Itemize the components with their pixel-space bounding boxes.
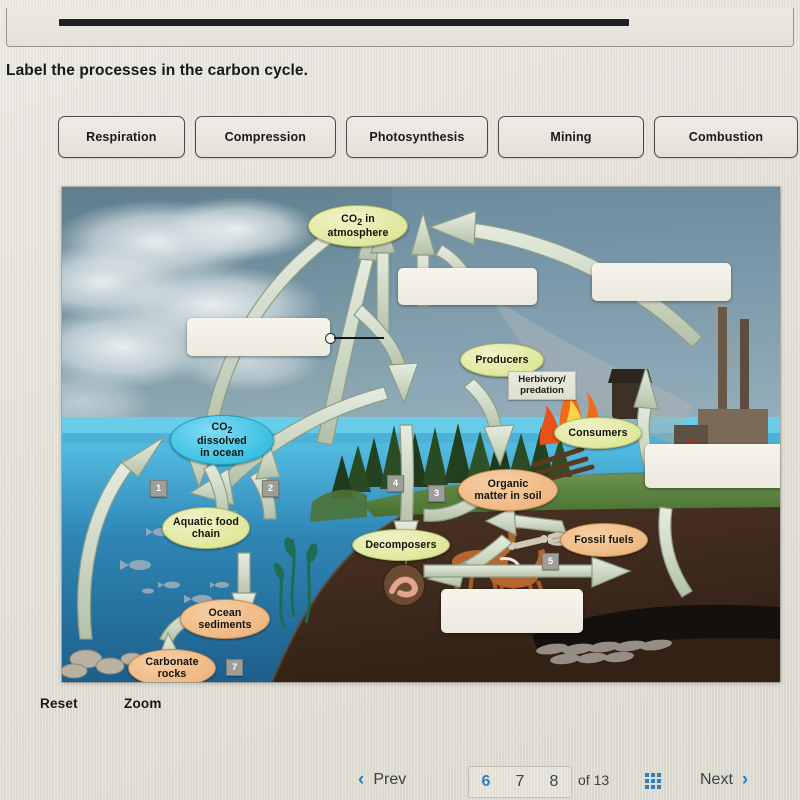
next-button[interactable]: Next › xyxy=(700,770,748,789)
next-label: Next xyxy=(700,770,733,788)
word-bank: Respiration Compression Photosynthesis M… xyxy=(58,116,798,158)
drop-box-compression[interactable] xyxy=(441,589,583,633)
page-count-label: of 13 xyxy=(578,772,610,788)
node-co2-dissolved-in-ocean: CO2 dissolved in ocean xyxy=(170,415,274,465)
word-chip-photosynthesis[interactable]: Photosynthesis xyxy=(345,116,489,158)
badge-7: 7 xyxy=(226,659,243,676)
node-label: CO2 in atmosphere xyxy=(327,212,389,240)
node-aquatic-food-chain: Aquatic food chain xyxy=(162,507,250,549)
page-title: Label the processes in the carbon cycle. xyxy=(6,62,309,79)
word-chip-respiration[interactable]: Respiration xyxy=(58,116,185,158)
reset-button[interactable]: Reset xyxy=(40,696,78,711)
bottom-navigation: ‹ Prev ∞ 6 7 8 of 13 Next › xyxy=(0,766,800,800)
zoom-button[interactable]: Zoom xyxy=(124,696,162,711)
chevron-right-icon: › xyxy=(741,769,749,790)
node-label: Organic matter in soil xyxy=(474,477,542,502)
carbon-cycle-diagram[interactable]: CO2 in atmosphere CO2 dissolved in ocean Pr… xyxy=(62,187,780,682)
badge-4: 4 xyxy=(387,475,404,492)
top-divider-bar xyxy=(59,19,629,26)
word-chip-compression[interactable]: Compression xyxy=(194,116,336,158)
node-label: Aquatic food chain xyxy=(173,515,239,540)
node-co2-atmosphere: CO2 in atmosphere xyxy=(308,205,408,247)
word-chip-combustion[interactable]: Combustion xyxy=(653,116,798,158)
leader-line-ocean-exchange xyxy=(334,337,384,339)
drop-box-combustion[interactable] xyxy=(592,263,731,301)
chevron-left-icon: ‹ xyxy=(358,769,365,790)
node-label: Carbonate rocks xyxy=(145,655,199,680)
node-label: CO2 dissolved in ocean xyxy=(197,420,247,460)
prev-label: Prev xyxy=(373,770,407,788)
diagram-artwork xyxy=(62,187,780,682)
drop-box-mining[interactable] xyxy=(645,444,780,488)
badge-5: 5 xyxy=(542,553,559,570)
sublabel-herbivory-predation: Herbivory/predation xyxy=(508,371,576,400)
diagram-controls: Reset Zoom xyxy=(0,692,800,722)
prev-button[interactable]: ‹ Prev xyxy=(358,770,406,789)
page-number-6[interactable]: 6 xyxy=(469,773,503,791)
node-consumers: Consumers xyxy=(554,417,642,449)
page-number-8[interactable]: 8 xyxy=(537,773,571,791)
top-panel xyxy=(6,8,794,47)
node-organic-matter-in-soil: Organic matter in soil xyxy=(458,469,558,511)
node-ocean-sediments: Ocean sediments xyxy=(180,599,270,639)
badge-2: 2 xyxy=(262,480,279,497)
drop-box-ocean-exchange[interactable] xyxy=(187,318,330,356)
grid-view-icon[interactable] xyxy=(645,773,661,789)
badge-3: 3 xyxy=(428,485,445,502)
page-selector[interactable]: ∞ 6 7 8 xyxy=(468,766,572,798)
node-label: Ocean sediments xyxy=(198,606,252,631)
badge-1: 1 xyxy=(150,480,167,497)
word-chip-mining[interactable]: Mining xyxy=(498,116,644,158)
node-fossil-fuels: Fossil fuels xyxy=(560,523,648,557)
node-carbonate-rocks: Carbonate rocks xyxy=(128,649,216,682)
page-number-7[interactable]: 7 xyxy=(503,773,537,791)
drop-box-photosynthesis[interactable] xyxy=(398,268,537,305)
node-decomposers: Decomposers xyxy=(352,529,450,561)
